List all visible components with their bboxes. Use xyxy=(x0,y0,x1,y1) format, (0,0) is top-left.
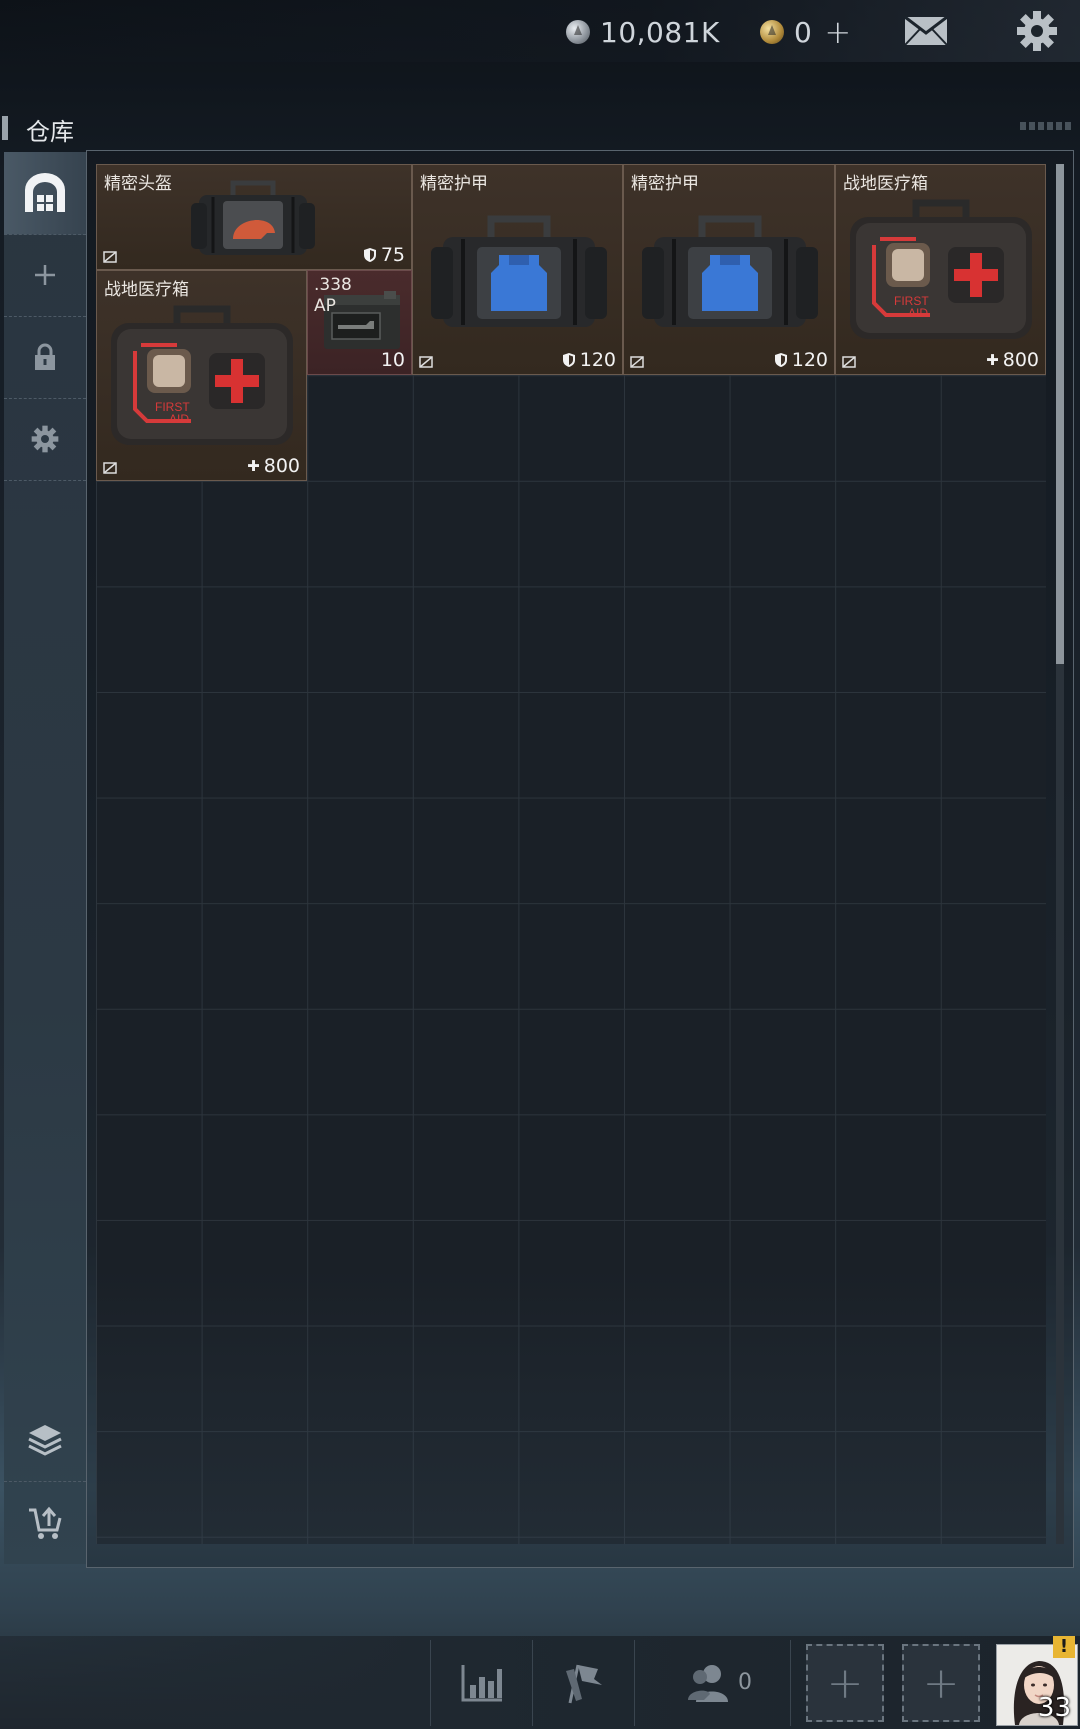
page-title: 仓库 xyxy=(26,118,74,146)
inventory-item-ammo[interactable]: .338 AP 10 xyxy=(307,270,412,375)
item-value: 800 xyxy=(263,455,300,477)
sidebar-item-warehouse[interactable] xyxy=(4,152,86,235)
lock-icon xyxy=(35,343,55,370)
item-stat: ✚ 800 xyxy=(986,349,1039,371)
title-marker xyxy=(2,116,8,140)
armor-case-icon xyxy=(642,215,818,327)
no-sell-icon xyxy=(419,356,433,368)
inventory-item-armor[interactable]: 精密护甲 120 xyxy=(623,164,835,375)
item-name: 战地医疗箱 xyxy=(104,280,189,300)
inventory-item-medkit[interactable]: 战地医疗箱 FIRST AID ✚ 800 xyxy=(835,164,1046,375)
helmet-case-icon xyxy=(191,180,315,255)
item-stat: 120 xyxy=(562,349,616,371)
item-value: 120 xyxy=(579,349,616,371)
shield-icon xyxy=(363,248,376,262)
friends-button[interactable]: 0 xyxy=(664,1636,774,1729)
item-value: 120 xyxy=(791,349,828,371)
friends-icon xyxy=(688,1664,728,1702)
sidebar-item-cart[interactable] xyxy=(4,1482,86,1564)
cart-upload-icon xyxy=(29,1506,62,1539)
item-stat: ✚ 800 xyxy=(247,455,300,477)
inventory-item-helmet[interactable]: 精密头盔 75 xyxy=(96,164,412,270)
team-slot-1[interactable]: + xyxy=(806,1644,884,1722)
divider xyxy=(634,1640,635,1726)
bar-chart-icon xyxy=(461,1664,502,1701)
item-value: 800 xyxy=(1002,349,1039,371)
mail-icon[interactable] xyxy=(904,16,948,46)
divider xyxy=(532,1640,533,1726)
stats-button[interactable] xyxy=(440,1636,524,1729)
silver-coin-icon xyxy=(566,20,590,44)
svg-text:AID: AID xyxy=(908,306,928,320)
inventory-item-medkit[interactable]: 战地医疗箱 FIRST AID ✚ 800 xyxy=(96,270,307,481)
item-name: 精密护甲 xyxy=(631,174,699,194)
item-stat: 75 xyxy=(363,244,405,266)
no-sell-icon xyxy=(103,462,117,474)
caliber-line-2: AP xyxy=(314,296,336,316)
item-name: 精密护甲 xyxy=(420,174,488,194)
sidebar-item-layers[interactable] xyxy=(4,1399,86,1482)
health-icon: ✚ xyxy=(986,351,999,369)
no-sell-icon xyxy=(630,356,644,368)
item-stat: 120 xyxy=(774,349,828,371)
sidebar xyxy=(4,152,86,1564)
item-name: 精密头盔 xyxy=(104,174,172,194)
friend-count: 0 xyxy=(738,1670,752,1695)
medkit-icon: FIRST AID xyxy=(111,305,293,445)
item-value: 75 xyxy=(380,244,405,266)
silver-currency: 10,081K xyxy=(566,12,720,52)
sidebar-item-lock[interactable] xyxy=(4,316,86,399)
shield-icon xyxy=(562,353,575,367)
caliber-line-1: .338 xyxy=(314,275,352,295)
gold-currency[interactable]: 0 + xyxy=(760,12,851,52)
sidebar-item-settings[interactable] xyxy=(4,398,86,481)
medkit-icon: FIRST AID xyxy=(850,199,1032,339)
layers-icon xyxy=(28,1425,62,1456)
item-name: 战地医疗箱 xyxy=(843,174,928,194)
no-sell-icon xyxy=(842,356,856,368)
team-slot-2[interactable]: + xyxy=(902,1644,980,1722)
sidebar-item-add[interactable] xyxy=(4,234,86,317)
flag-icon xyxy=(566,1664,602,1703)
svg-text:AID: AID xyxy=(169,412,189,426)
silver-amount: 10,081K xyxy=(600,15,720,49)
armor-case-icon xyxy=(431,215,607,327)
add-gold-button[interactable]: + xyxy=(824,13,851,51)
ammo-caliber: .338 AP xyxy=(314,275,352,317)
item-count: 10 xyxy=(380,349,405,371)
divider xyxy=(790,1640,791,1726)
shield-icon xyxy=(774,353,787,367)
title-decoration xyxy=(1020,122,1072,130)
alert-badge[interactable]: ! xyxy=(1053,1636,1075,1658)
warehouse-icon xyxy=(25,173,65,212)
health-icon: ✚ xyxy=(247,457,260,475)
no-sell-icon xyxy=(103,251,117,263)
divider xyxy=(430,1640,431,1726)
inventory-item-armor[interactable]: 精密护甲 120 xyxy=(412,164,623,375)
flags-button[interactable] xyxy=(542,1636,626,1729)
gear-icon[interactable] xyxy=(1016,10,1058,52)
player-level: 33 xyxy=(1037,1693,1071,1723)
gear-icon xyxy=(31,425,59,453)
scrollbar-thumb[interactable] xyxy=(1056,164,1064,664)
gold-coin-icon xyxy=(760,20,784,44)
plus-icon xyxy=(35,265,55,285)
gold-amount: 0 xyxy=(794,15,813,49)
